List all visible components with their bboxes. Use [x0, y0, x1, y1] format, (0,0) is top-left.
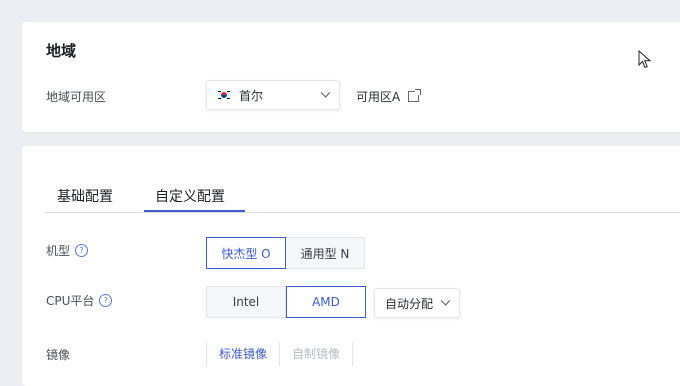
cpu-allocation-select[interactable]: 自动分配: [374, 288, 460, 318]
region-zone-label: 地域可用区: [46, 90, 107, 104]
cpu-platform-label-text: CPU平台: [46, 294, 95, 308]
tab-basic-config[interactable]: 基础配置: [57, 186, 113, 206]
image-tab-standard[interactable]: 标准镜像: [206, 342, 279, 366]
region-select-value: 首尔: [239, 88, 264, 103]
image-label: 镜像: [46, 348, 71, 362]
cpu-allocation-value: 自动分配: [385, 296, 434, 311]
korea-flag-icon: [217, 90, 231, 100]
config-tabs: 基础配置 自定义配置: [44, 186, 680, 213]
instance-type-selector: 快杰型 O 通用型 N: [206, 237, 365, 269]
cpu-platform-label: CPU平台 ?: [46, 292, 113, 309]
active-tab-indicator: [144, 210, 245, 212]
help-icon[interactable]: ?: [75, 244, 89, 257]
external-link-icon[interactable]: [408, 89, 422, 102]
tab-custom-config[interactable]: 自定义配置: [155, 186, 225, 206]
cpu-option-amd[interactable]: AMD: [286, 286, 366, 318]
region-select[interactable]: 首尔: [206, 80, 340, 110]
zone-value: 可用区A: [356, 90, 401, 104]
instance-type-option-n[interactable]: 通用型 N: [286, 237, 365, 269]
config-card: 基础配置 自定义配置 机型 ? 快杰型 O 通用型 N CPU平台 ? Inte…: [22, 146, 680, 386]
mouse-cursor-icon: [638, 50, 652, 69]
cpu-option-intel[interactable]: Intel: [206, 286, 286, 318]
cpu-platform-selector: Intel AMD: [206, 286, 366, 318]
region-title: 地域: [46, 42, 77, 60]
instance-type-label: 机型 ?: [46, 242, 89, 259]
instance-type-label-text: 机型: [46, 244, 71, 258]
chevron-down-icon: [320, 87, 331, 98]
image-type-tabs: 标准镜像 自制镜像: [206, 342, 354, 366]
image-tab-custom[interactable]: 自制镜像: [279, 342, 354, 366]
help-icon[interactable]: ?: [99, 294, 113, 307]
chevron-down-icon: [440, 295, 451, 306]
availability-zone[interactable]: 可用区A: [356, 88, 422, 105]
instance-type-option-o[interactable]: 快杰型 O: [206, 237, 286, 269]
region-card: 地域 地域可用区 首尔 可用区A: [22, 22, 680, 132]
